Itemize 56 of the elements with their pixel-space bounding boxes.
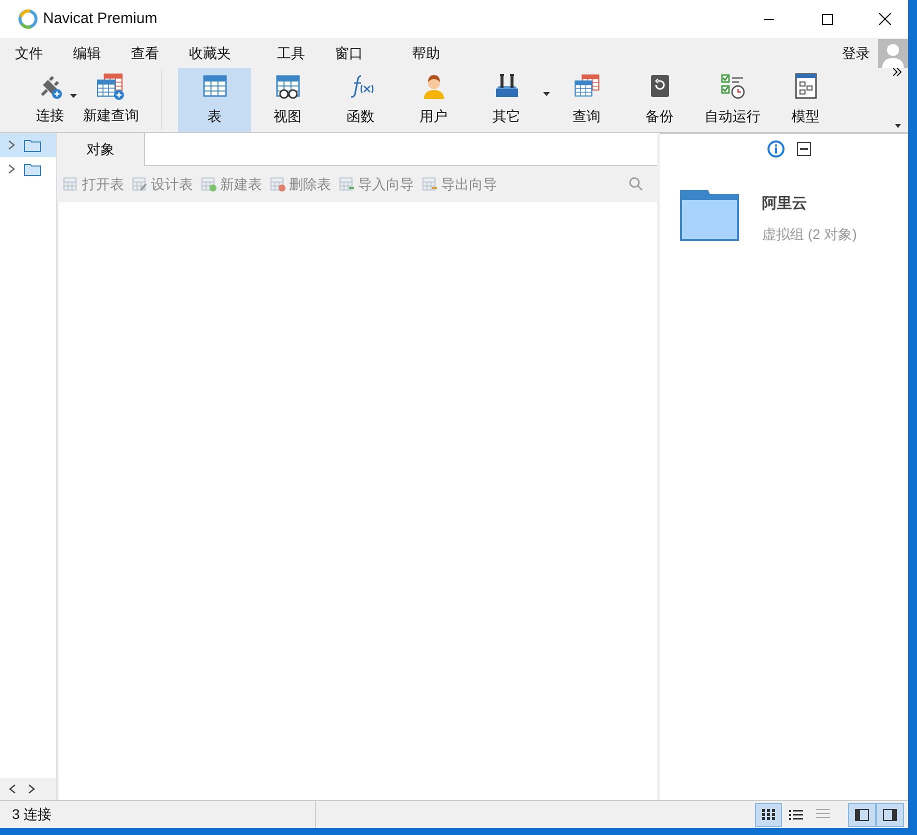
dropdown-caret-icon[interactable] xyxy=(70,94,77,98)
toolbar-button[interactable]: 表 xyxy=(178,68,251,132)
info-icon[interactable] xyxy=(767,140,785,158)
menu-item[interactable]: 工具 xyxy=(262,42,320,64)
toolbar-button[interactable]: 视图 xyxy=(251,68,324,132)
table-action-icon xyxy=(422,176,438,192)
menu-item[interactable]: 文件 xyxy=(0,42,58,64)
scroll-left-icon[interactable] xyxy=(8,784,16,794)
tab[interactable]: 对象 xyxy=(57,133,145,166)
scroll-right-icon[interactable] xyxy=(28,784,36,794)
toolbar-button[interactable]: 自动运行 xyxy=(696,68,769,132)
icon-view-button[interactable] xyxy=(755,802,782,826)
window-title: Navicat Premium xyxy=(43,8,158,29)
overflow-caret-icon[interactable] xyxy=(895,124,901,128)
menu-item[interactable]: 编辑 xyxy=(58,42,116,64)
group-name: 阿里云 xyxy=(762,194,808,214)
toolbar-button[interactable]: 连接 xyxy=(30,70,70,130)
folder-icon xyxy=(678,188,741,243)
panel-icon xyxy=(855,808,869,820)
toolbar-button[interactable]: 函数 xyxy=(324,68,397,132)
panel-icon xyxy=(883,808,897,820)
toolbar-button[interactable]: 其它 xyxy=(470,68,543,132)
toolbar-button[interactable]: 查询 xyxy=(550,68,623,132)
lines-icon xyxy=(816,808,830,820)
list-icon xyxy=(788,808,802,820)
login-link[interactable]: 登录 xyxy=(842,42,870,64)
toolbar-button[interactable]: 备份 xyxy=(623,68,696,132)
status-text: 3 连接 xyxy=(0,801,316,828)
minimize-icon xyxy=(764,18,774,20)
table-action-icon xyxy=(132,176,148,192)
dropdown-caret-icon[interactable] xyxy=(543,92,550,96)
folder-icon xyxy=(24,138,41,152)
toolbar-button[interactable]: 模型 xyxy=(769,68,842,132)
menu-item[interactable]: 窗口 xyxy=(320,42,397,64)
menu-item[interactable]: 查看 xyxy=(116,42,174,64)
folder-icon xyxy=(24,162,41,176)
ddl-icon[interactable] xyxy=(797,142,811,156)
tree-item[interactable] xyxy=(0,133,56,157)
grid-icon xyxy=(762,808,776,820)
checklist-clock-icon xyxy=(718,72,746,100)
table-action-icon xyxy=(63,176,79,192)
menu-item[interactable]: 帮助 xyxy=(397,42,455,64)
query-add-icon xyxy=(97,73,125,101)
table-action-icon xyxy=(201,176,217,192)
close-icon xyxy=(879,13,891,25)
table-action-icon xyxy=(339,176,355,192)
toolbar-button[interactable]: 用户 xyxy=(397,68,470,132)
right-panel-toggle[interactable] xyxy=(876,802,904,826)
menu-item[interactable]: 收藏夹 xyxy=(174,42,262,64)
more-chevron-icon[interactable] xyxy=(893,68,902,76)
app-logo-icon xyxy=(18,9,38,29)
table-action-icon xyxy=(270,176,286,192)
toolbar-button[interactable]: 新建查询 xyxy=(77,70,145,130)
left-panel-toggle[interactable] xyxy=(848,802,876,826)
maximize-icon xyxy=(822,14,832,24)
group-subtitle: 虚拟组 (2 对象) xyxy=(762,224,857,244)
